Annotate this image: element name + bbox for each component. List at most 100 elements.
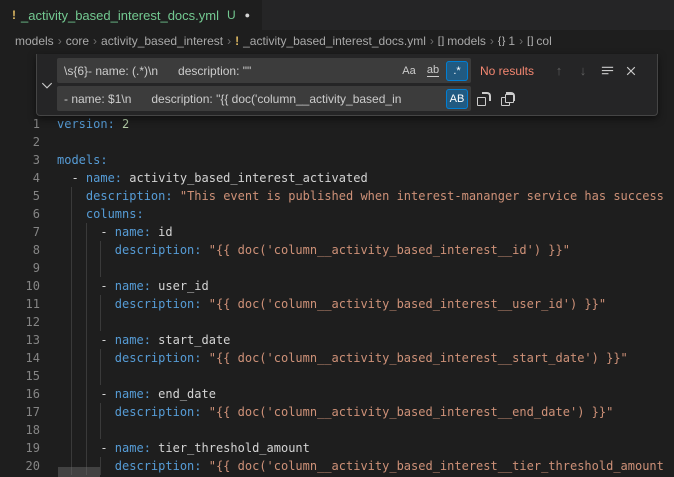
code-text xyxy=(57,367,674,385)
replace-all-button[interactable] xyxy=(497,88,519,110)
breadcrumb-item-models[interactable]: [ ] models xyxy=(438,34,486,48)
indent-guide xyxy=(71,349,72,367)
yaml-file-icon: ! xyxy=(12,8,16,22)
toggle-replace-button[interactable] xyxy=(37,54,57,115)
breadcrumb-label: models xyxy=(447,34,486,48)
replace-button[interactable] xyxy=(473,88,495,110)
line-number: 12 xyxy=(0,313,40,331)
code-text: columns: xyxy=(57,205,674,223)
breadcrumb-separator: › xyxy=(490,34,494,48)
code-line[interactable]: 2 xyxy=(0,133,674,151)
indent-guide xyxy=(71,241,72,259)
tab-activity-based-interest-docs[interactable]: ! _activity_based_interest_docs.yml U ● xyxy=(0,0,262,30)
replace-all-icon xyxy=(501,92,515,106)
indent-guide xyxy=(86,277,87,295)
code-line[interactable]: 10 - name: user_id xyxy=(0,277,674,295)
indent-guide xyxy=(71,259,72,277)
find-previous-button[interactable]: ↑ xyxy=(548,60,570,82)
code-line[interactable]: 17 description: "{{ doc('column__activit… xyxy=(0,403,674,421)
whole-word-toggle[interactable]: ab xyxy=(422,61,444,81)
line-number: 7 xyxy=(0,223,40,241)
chevron-down-icon xyxy=(40,78,54,92)
replace-input[interactable]: - name: $1\n description: "{{ doc('colum… xyxy=(57,86,471,111)
preserve-case-toggle[interactable]: AB xyxy=(446,89,468,109)
indent-guide xyxy=(100,367,101,385)
code-lines: 1version: 223models:4 - name: activity_b… xyxy=(0,115,674,475)
find-input[interactable]: \s{6}- name: (.*)\n description: "" Aa a… xyxy=(57,58,471,83)
indent-guide xyxy=(100,313,101,331)
horizontal-scrollbar-thumb[interactable] xyxy=(58,467,100,477)
code-line[interactable]: 6 columns: xyxy=(0,205,674,223)
breadcrumb-item-activity-based-interest[interactable]: activity_based_interest xyxy=(101,34,223,48)
indent-guide xyxy=(71,205,72,223)
indent-guide xyxy=(71,295,72,313)
line-number: 1 xyxy=(0,115,40,133)
code-text: description: "{{ doc('column__activity_b… xyxy=(57,457,674,475)
breadcrumb-separator: › xyxy=(93,34,97,48)
code-text: description: "{{ doc('column__activity_b… xyxy=(57,349,674,367)
indent-guide xyxy=(100,241,101,259)
code-line[interactable]: 7 - name: id xyxy=(0,223,674,241)
code-line[interactable]: 9 xyxy=(0,259,674,277)
breadcrumb-item-core[interactable]: core xyxy=(66,34,89,48)
indent-guide xyxy=(71,331,72,349)
line-number: 18 xyxy=(0,421,40,439)
match-case-toggle[interactable]: Aa xyxy=(398,61,420,81)
indent-guide xyxy=(71,421,72,439)
code-line[interactable]: 1version: 2 xyxy=(0,115,674,133)
code-line[interactable]: 20 description: "{{ doc('column__activit… xyxy=(0,457,674,475)
breadcrumb-label: col xyxy=(536,34,551,48)
line-number: 20 xyxy=(0,457,40,475)
symbol-array-icon: [ ] xyxy=(527,36,532,47)
line-number: 13 xyxy=(0,331,40,349)
git-status-badge: U xyxy=(227,8,236,22)
code-line[interactable]: 13 - name: start_date xyxy=(0,331,674,349)
code-line[interactable]: 8 description: "{{ doc('column__activity… xyxy=(0,241,674,259)
close-find-button[interactable] xyxy=(620,60,642,82)
code-line[interactable]: 11 description: "{{ doc('column__activit… xyxy=(0,295,674,313)
breadcrumb-separator: › xyxy=(430,34,434,48)
replace-value-text: - name: $1\n description: "{{ doc('colum… xyxy=(57,92,471,106)
indent-guide xyxy=(86,385,87,403)
modified-indicator-dot[interactable]: ● xyxy=(245,10,250,20)
indent-guide xyxy=(71,187,72,205)
code-line[interactable]: 16 - name: end_date xyxy=(0,385,674,403)
find-next-button[interactable]: ↓ xyxy=(572,60,594,82)
indent-guide xyxy=(100,403,101,421)
line-number: 10 xyxy=(0,277,40,295)
find-results-count: No results xyxy=(480,64,546,78)
breadcrumb-item-1[interactable]: { }1 xyxy=(498,34,515,48)
indent-guide xyxy=(86,313,87,331)
code-line[interactable]: 14 description: "{{ doc('column__activit… xyxy=(0,349,674,367)
find-replace-widget: \s{6}- name: (.*)\n description: "" Aa a… xyxy=(36,54,658,116)
line-number: 19 xyxy=(0,439,40,457)
indent-guide xyxy=(100,421,101,439)
breadcrumb-item-activity-based-interest-docs-yml[interactable]: !_activity_based_interest_docs.yml xyxy=(235,34,426,48)
breadcrumb-item-models[interactable]: models xyxy=(15,34,54,48)
code-text: models: xyxy=(57,151,674,169)
line-number: 2 xyxy=(0,133,40,151)
indent-guide xyxy=(86,403,87,421)
regex-toggle[interactable]: .* xyxy=(446,61,468,81)
yaml-file-icon: ! xyxy=(235,34,239,48)
line-number: 15 xyxy=(0,367,40,385)
code-line[interactable]: 19 - name: tier_threshold_amount xyxy=(0,439,674,457)
code-line[interactable]: 3models: xyxy=(0,151,674,169)
indent-guide xyxy=(86,349,87,367)
breadcrumb-separator: › xyxy=(519,34,523,48)
code-line[interactable]: 18 xyxy=(0,421,674,439)
indent-guide xyxy=(71,313,72,331)
code-line[interactable]: 15 xyxy=(0,367,674,385)
code-line[interactable]: 5 description: "This event is published … xyxy=(0,187,674,205)
indent-guide xyxy=(86,367,87,385)
code-line[interactable]: 4 - name: activity_based_interest_activa… xyxy=(0,169,674,187)
tab-label: _activity_based_interest_docs.yml xyxy=(21,8,219,23)
code-text: description: "This event is published wh… xyxy=(57,187,674,205)
symbol-array-icon: [ ] xyxy=(438,36,443,47)
indent-guide xyxy=(86,331,87,349)
breadcrumb-item-col[interactable]: [ ] col xyxy=(527,34,552,48)
line-number: 11 xyxy=(0,295,40,313)
code-line[interactable]: 12 xyxy=(0,313,674,331)
find-in-selection-button[interactable] xyxy=(596,60,618,82)
code-text: - name: activity_based_interest_activate… xyxy=(57,169,674,187)
